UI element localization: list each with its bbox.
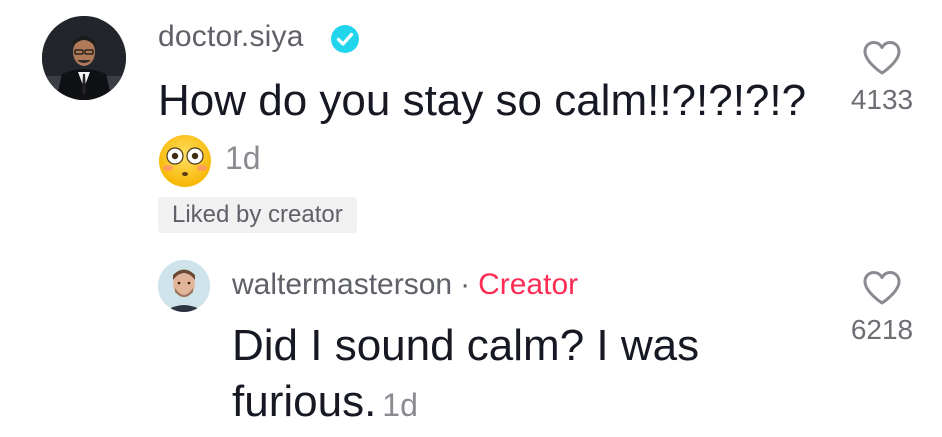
liked-by-creator-badge: Liked by creator [158,197,357,233]
like-count: 6218 [850,314,914,345]
comment-username[interactable]: doctor.siya [158,20,304,54]
heart-icon[interactable] [862,270,902,306]
comment-like-group: 4133 [832,40,932,116]
avatar-doctor-siya[interactable] [42,16,126,100]
reply-timestamp: 1d [382,387,418,423]
comment-text: How do you stay so calm!!?!?!?!? [158,76,807,125]
like-count: 4133 [850,84,914,115]
reply-like-group: 6218 [832,270,932,346]
reply-username[interactable]: waltermasterson [232,268,452,301]
heart-icon[interactable] [862,40,902,76]
flushed-face-emoji [159,135,211,187]
comment-timestamp: 1d [225,140,261,176]
avatar-image [42,16,126,100]
reply-text: Did I sound calm? I was furious. [232,321,700,426]
avatar-image [158,260,210,312]
reply-separator: · [460,268,471,301]
verified-badge-icon [331,25,359,53]
avatar-waltermasterson[interactable] [158,260,210,312]
creator-label: Creator [478,268,579,301]
reply-header: waltermasterson · Creator [232,268,578,302]
reply-text-block: Did I sound calm? I was furious. 1d [232,318,792,433]
